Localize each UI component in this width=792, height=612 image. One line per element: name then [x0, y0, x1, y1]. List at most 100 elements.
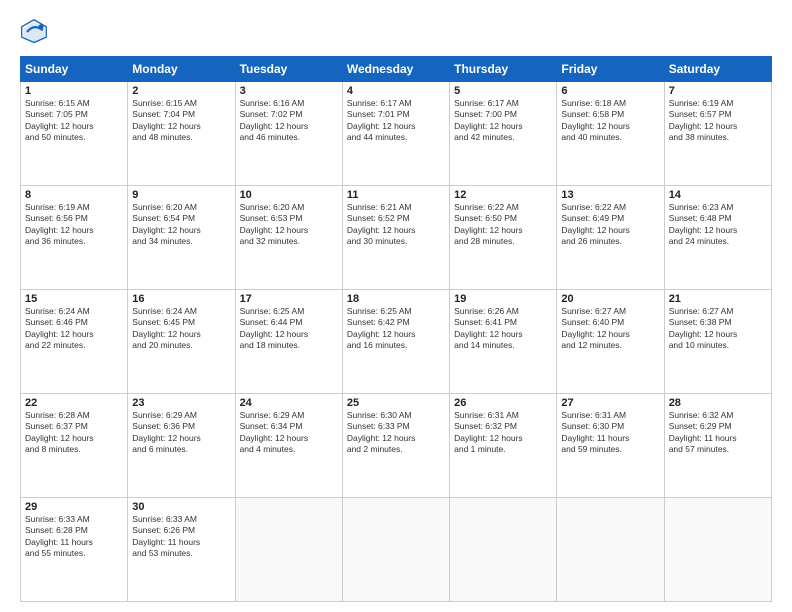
- day-info: Sunrise: 6:26 AM Sunset: 6:41 PM Dayligh…: [454, 306, 552, 352]
- day-info: Sunrise: 6:24 AM Sunset: 6:46 PM Dayligh…: [25, 306, 123, 352]
- day-info: Sunrise: 6:27 AM Sunset: 6:38 PM Dayligh…: [669, 306, 767, 352]
- day-number: 8: [25, 189, 123, 201]
- calendar-day-22: 22Sunrise: 6:28 AM Sunset: 6:37 PM Dayli…: [21, 394, 128, 498]
- calendar-day-14: 14Sunrise: 6:23 AM Sunset: 6:48 PM Dayli…: [664, 186, 771, 290]
- day-number: 25: [347, 397, 445, 409]
- col-header-friday: Friday: [557, 57, 664, 82]
- day-info: Sunrise: 6:30 AM Sunset: 6:33 PM Dayligh…: [347, 410, 445, 456]
- calendar-day-20: 20Sunrise: 6:27 AM Sunset: 6:40 PM Dayli…: [557, 290, 664, 394]
- calendar-day-9: 9Sunrise: 6:20 AM Sunset: 6:54 PM Daylig…: [128, 186, 235, 290]
- day-info: Sunrise: 6:31 AM Sunset: 6:30 PM Dayligh…: [561, 410, 659, 456]
- day-info: Sunrise: 6:28 AM Sunset: 6:37 PM Dayligh…: [25, 410, 123, 456]
- calendar-day-10: 10Sunrise: 6:20 AM Sunset: 6:53 PM Dayli…: [235, 186, 342, 290]
- col-header-saturday: Saturday: [664, 57, 771, 82]
- day-info: Sunrise: 6:27 AM Sunset: 6:40 PM Dayligh…: [561, 306, 659, 352]
- day-info: Sunrise: 6:18 AM Sunset: 6:58 PM Dayligh…: [561, 98, 659, 144]
- day-info: Sunrise: 6:22 AM Sunset: 6:50 PM Dayligh…: [454, 202, 552, 248]
- day-info: Sunrise: 6:20 AM Sunset: 6:53 PM Dayligh…: [240, 202, 338, 248]
- day-info: Sunrise: 6:21 AM Sunset: 6:52 PM Dayligh…: [347, 202, 445, 248]
- day-number: 26: [454, 397, 552, 409]
- calendar-day-24: 24Sunrise: 6:29 AM Sunset: 6:34 PM Dayli…: [235, 394, 342, 498]
- calendar-header-row: SundayMondayTuesdayWednesdayThursdayFrid…: [21, 57, 772, 82]
- day-info: Sunrise: 6:17 AM Sunset: 7:00 PM Dayligh…: [454, 98, 552, 144]
- day-number: 10: [240, 189, 338, 201]
- day-number: 23: [132, 397, 230, 409]
- calendar-day-21: 21Sunrise: 6:27 AM Sunset: 6:38 PM Dayli…: [664, 290, 771, 394]
- calendar-week-2: 8Sunrise: 6:19 AM Sunset: 6:56 PM Daylig…: [21, 186, 772, 290]
- col-header-tuesday: Tuesday: [235, 57, 342, 82]
- calendar-day-7: 7Sunrise: 6:19 AM Sunset: 6:57 PM Daylig…: [664, 82, 771, 186]
- day-info: Sunrise: 6:15 AM Sunset: 7:04 PM Dayligh…: [132, 98, 230, 144]
- logo: [20, 18, 52, 46]
- calendar-table: SundayMondayTuesdayWednesdayThursdayFrid…: [20, 56, 772, 602]
- calendar-day-6: 6Sunrise: 6:18 AM Sunset: 6:58 PM Daylig…: [557, 82, 664, 186]
- page-header: [20, 18, 772, 46]
- day-info: Sunrise: 6:31 AM Sunset: 6:32 PM Dayligh…: [454, 410, 552, 456]
- day-number: 15: [25, 293, 123, 305]
- calendar-day-29: 29Sunrise: 6:33 AM Sunset: 6:28 PM Dayli…: [21, 498, 128, 602]
- calendar-day-2: 2Sunrise: 6:15 AM Sunset: 7:04 PM Daylig…: [128, 82, 235, 186]
- day-number: 20: [561, 293, 659, 305]
- calendar-day-25: 25Sunrise: 6:30 AM Sunset: 6:33 PM Dayli…: [342, 394, 449, 498]
- calendar-day-17: 17Sunrise: 6:25 AM Sunset: 6:44 PM Dayli…: [235, 290, 342, 394]
- day-number: 30: [132, 501, 230, 513]
- day-number: 27: [561, 397, 659, 409]
- calendar-day-empty: [450, 498, 557, 602]
- day-number: 28: [669, 397, 767, 409]
- day-number: 24: [240, 397, 338, 409]
- calendar-day-3: 3Sunrise: 6:16 AM Sunset: 7:02 PM Daylig…: [235, 82, 342, 186]
- day-info: Sunrise: 6:22 AM Sunset: 6:49 PM Dayligh…: [561, 202, 659, 248]
- day-number: 13: [561, 189, 659, 201]
- day-number: 18: [347, 293, 445, 305]
- calendar-day-5: 5Sunrise: 6:17 AM Sunset: 7:00 PM Daylig…: [450, 82, 557, 186]
- day-number: 9: [132, 189, 230, 201]
- day-info: Sunrise: 6:29 AM Sunset: 6:36 PM Dayligh…: [132, 410, 230, 456]
- day-number: 21: [669, 293, 767, 305]
- day-number: 7: [669, 85, 767, 97]
- calendar-day-13: 13Sunrise: 6:22 AM Sunset: 6:49 PM Dayli…: [557, 186, 664, 290]
- day-info: Sunrise: 6:19 AM Sunset: 6:56 PM Dayligh…: [25, 202, 123, 248]
- day-info: Sunrise: 6:23 AM Sunset: 6:48 PM Dayligh…: [669, 202, 767, 248]
- calendar-week-1: 1Sunrise: 6:15 AM Sunset: 7:05 PM Daylig…: [21, 82, 772, 186]
- day-info: Sunrise: 6:33 AM Sunset: 6:28 PM Dayligh…: [25, 514, 123, 560]
- calendar-day-30: 30Sunrise: 6:33 AM Sunset: 6:26 PM Dayli…: [128, 498, 235, 602]
- day-number: 12: [454, 189, 552, 201]
- calendar-day-28: 28Sunrise: 6:32 AM Sunset: 6:29 PM Dayli…: [664, 394, 771, 498]
- day-info: Sunrise: 6:19 AM Sunset: 6:57 PM Dayligh…: [669, 98, 767, 144]
- day-info: Sunrise: 6:25 AM Sunset: 6:42 PM Dayligh…: [347, 306, 445, 352]
- calendar-day-empty: [342, 498, 449, 602]
- day-info: Sunrise: 6:17 AM Sunset: 7:01 PM Dayligh…: [347, 98, 445, 144]
- calendar-week-4: 22Sunrise: 6:28 AM Sunset: 6:37 PM Dayli…: [21, 394, 772, 498]
- calendar-day-11: 11Sunrise: 6:21 AM Sunset: 6:52 PM Dayli…: [342, 186, 449, 290]
- calendar-day-4: 4Sunrise: 6:17 AM Sunset: 7:01 PM Daylig…: [342, 82, 449, 186]
- calendar-day-15: 15Sunrise: 6:24 AM Sunset: 6:46 PM Dayli…: [21, 290, 128, 394]
- calendar-day-18: 18Sunrise: 6:25 AM Sunset: 6:42 PM Dayli…: [342, 290, 449, 394]
- day-number: 11: [347, 189, 445, 201]
- calendar-day-empty: [557, 498, 664, 602]
- col-header-monday: Monday: [128, 57, 235, 82]
- col-header-sunday: Sunday: [21, 57, 128, 82]
- day-number: 16: [132, 293, 230, 305]
- calendar-day-empty: [235, 498, 342, 602]
- calendar-day-26: 26Sunrise: 6:31 AM Sunset: 6:32 PM Dayli…: [450, 394, 557, 498]
- day-info: Sunrise: 6:33 AM Sunset: 6:26 PM Dayligh…: [132, 514, 230, 560]
- day-info: Sunrise: 6:25 AM Sunset: 6:44 PM Dayligh…: [240, 306, 338, 352]
- day-number: 1: [25, 85, 123, 97]
- calendar-day-16: 16Sunrise: 6:24 AM Sunset: 6:45 PM Dayli…: [128, 290, 235, 394]
- calendar-week-3: 15Sunrise: 6:24 AM Sunset: 6:46 PM Dayli…: [21, 290, 772, 394]
- day-number: 6: [561, 85, 659, 97]
- day-number: 5: [454, 85, 552, 97]
- day-info: Sunrise: 6:24 AM Sunset: 6:45 PM Dayligh…: [132, 306, 230, 352]
- day-number: 4: [347, 85, 445, 97]
- calendar-day-1: 1Sunrise: 6:15 AM Sunset: 7:05 PM Daylig…: [21, 82, 128, 186]
- day-number: 22: [25, 397, 123, 409]
- calendar-day-19: 19Sunrise: 6:26 AM Sunset: 6:41 PM Dayli…: [450, 290, 557, 394]
- day-info: Sunrise: 6:16 AM Sunset: 7:02 PM Dayligh…: [240, 98, 338, 144]
- day-number: 2: [132, 85, 230, 97]
- day-number: 19: [454, 293, 552, 305]
- day-info: Sunrise: 6:29 AM Sunset: 6:34 PM Dayligh…: [240, 410, 338, 456]
- calendar-week-5: 29Sunrise: 6:33 AM Sunset: 6:28 PM Dayli…: [21, 498, 772, 602]
- logo-icon: [20, 18, 48, 46]
- col-header-wednesday: Wednesday: [342, 57, 449, 82]
- calendar-day-empty: [664, 498, 771, 602]
